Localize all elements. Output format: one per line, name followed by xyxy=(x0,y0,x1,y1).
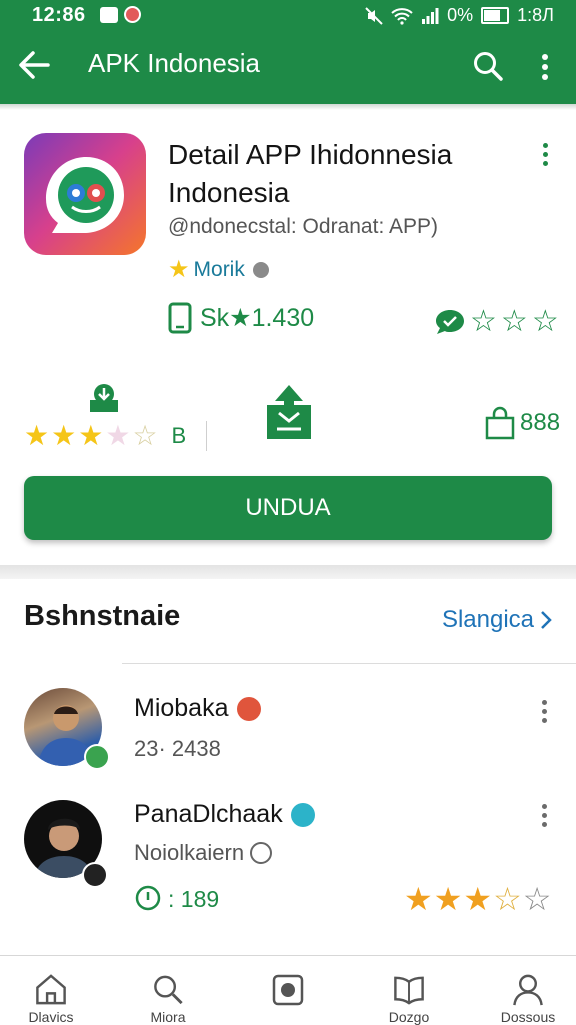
outline-star-3-icon: ☆ xyxy=(531,305,559,338)
search-icon[interactable] xyxy=(472,50,504,82)
star-filled-3-icon: ★ xyxy=(463,881,493,917)
star-icon: ★ xyxy=(168,256,190,283)
location-pin-icon xyxy=(135,885,161,911)
verified-icon xyxy=(252,261,269,278)
download-tray-icon[interactable] xyxy=(265,383,313,441)
reviewer-2-meta: Noiolkaiern xyxy=(134,840,245,865)
bottom-navigation: Dlavics Miora Dozgo Dossous xyxy=(0,955,576,1025)
star-filled-1-icon: ★ xyxy=(404,881,433,917)
status-time: 12:86 xyxy=(32,4,86,26)
download-count-icon xyxy=(90,384,118,412)
section-title: Bshnstnaie xyxy=(24,600,181,632)
nav-item-library[interactable]: Dozgo xyxy=(354,956,464,1025)
app-bar: 12:86 0% 1:8Л APK Indonesia xyxy=(0,0,576,104)
nav-item-home[interactable]: Dlavics xyxy=(0,956,106,1025)
chevron-right-icon xyxy=(541,611,552,629)
star-outline-5-icon: ☆ xyxy=(522,881,552,917)
record-icon xyxy=(272,974,304,1006)
chat-bubble-icon xyxy=(436,309,464,334)
home-icon xyxy=(36,974,66,1005)
page-title: APK Indonesia xyxy=(88,48,261,78)
nav-item-search[interactable]: Miora xyxy=(113,956,223,1025)
reviewer-1-options-icon[interactable] xyxy=(534,700,554,723)
reviewer-2-count: : 189 xyxy=(168,885,220,912)
section-divider xyxy=(122,663,576,664)
photo-notification-icon xyxy=(100,6,118,23)
app-developer: @ndonecstal: Odranat: APP) xyxy=(168,215,438,238)
reviewer-1-name: Miobaka xyxy=(134,694,229,722)
star-filled-1-icon: ★ xyxy=(24,420,50,451)
reviewer-2-badge-icon xyxy=(82,862,108,888)
reviewer-2-options-icon[interactable] xyxy=(534,804,554,827)
reviewer-2-stars: ★ ★ ★ ☆ ☆ xyxy=(404,880,551,918)
wifi-icon xyxy=(391,7,413,25)
reviewer-1-badge-icon xyxy=(84,744,110,770)
app-name: Detail APP Ihidonnesia Indonesia xyxy=(168,136,452,212)
downloads-info: 888 xyxy=(484,406,560,440)
mute-icon xyxy=(365,6,383,25)
star-filled-2-icon: ★ xyxy=(433,881,463,917)
clock-right: 1:8Л xyxy=(517,5,554,25)
phone-icon xyxy=(168,302,192,334)
install-button[interactable]: UNDUA xyxy=(24,476,552,540)
star-faded-4-icon: ★ xyxy=(105,420,131,451)
person-icon xyxy=(513,974,543,1006)
reviewer-2-meta-icon xyxy=(250,842,273,864)
reviewer-2-name-row: PanaDlchaak xyxy=(134,800,315,829)
star-filled-2-icon: ★ xyxy=(51,420,77,451)
notification-icons xyxy=(100,6,141,23)
star-outline-5-icon: ☆ xyxy=(132,420,158,451)
nav-home-label: Dlavics xyxy=(28,1009,74,1025)
downloads-count: 888 xyxy=(520,409,561,436)
back-arrow-icon[interactable] xyxy=(18,50,50,80)
nav-search-label: Miora xyxy=(150,1009,186,1025)
nav-library-label: Dozgo xyxy=(388,1009,430,1025)
app-options-icon[interactable] xyxy=(535,143,555,166)
reviewer-2-name: PanaDlchaak xyxy=(134,800,283,828)
reviewer-2-meta-row: Noiolkaiern xyxy=(134,840,273,866)
rating-label: B xyxy=(171,422,187,448)
app-icon xyxy=(24,133,146,255)
location-notification-icon xyxy=(124,6,141,23)
nav-account-label: Dossous xyxy=(500,1009,556,1025)
star-filled-3-icon: ★ xyxy=(78,420,104,451)
battery-icon xyxy=(481,7,510,24)
section-link-label: Slangica xyxy=(441,606,534,633)
overflow-menu-icon[interactable] xyxy=(535,54,555,80)
nav-item-record[interactable] xyxy=(233,956,343,1025)
app-tag: ★ Morik xyxy=(168,255,269,284)
app-tag-label: Morik xyxy=(193,257,245,281)
bag-icon xyxy=(485,406,515,440)
chat-logo-icon xyxy=(46,157,124,233)
reviewer-2-verified-icon xyxy=(290,802,315,827)
outline-star-1-icon: ☆ xyxy=(470,305,497,338)
app-name-line1: Detail APP Ihidonnesia xyxy=(168,139,453,170)
reviewer-1-name-row: Miobaka xyxy=(134,694,261,723)
section-see-all-link[interactable]: Slangica xyxy=(442,606,552,634)
battery-percent: 0% xyxy=(447,5,474,25)
app-size-text: Sk★1.430 xyxy=(200,304,315,332)
rating-divider xyxy=(206,420,208,451)
appbar-shadow xyxy=(0,104,576,110)
star-outline-4-icon: ☆ xyxy=(493,881,522,917)
reviewer-1-status-icon xyxy=(236,696,261,721)
app-size-info: Sk★1.430 xyxy=(168,302,314,334)
search-icon xyxy=(154,975,183,1005)
app-rating-outline: ☆ ☆ ☆ xyxy=(434,304,559,339)
reviewer-1-meta: 23· 2438 xyxy=(134,736,221,761)
section-separator xyxy=(0,565,576,579)
book-icon xyxy=(394,976,424,1005)
outline-star-2-icon: ☆ xyxy=(500,305,528,338)
reviewer-2-count-row: : 189 xyxy=(134,884,219,914)
status-right: 0% 1:8Л xyxy=(365,5,554,26)
app-name-line2: Indonesia xyxy=(168,177,290,208)
signal-icon xyxy=(422,7,439,24)
nav-item-account[interactable]: Dossous xyxy=(473,956,576,1025)
rating-stars: ★ ★ ★ ★ ☆ B xyxy=(24,419,208,452)
